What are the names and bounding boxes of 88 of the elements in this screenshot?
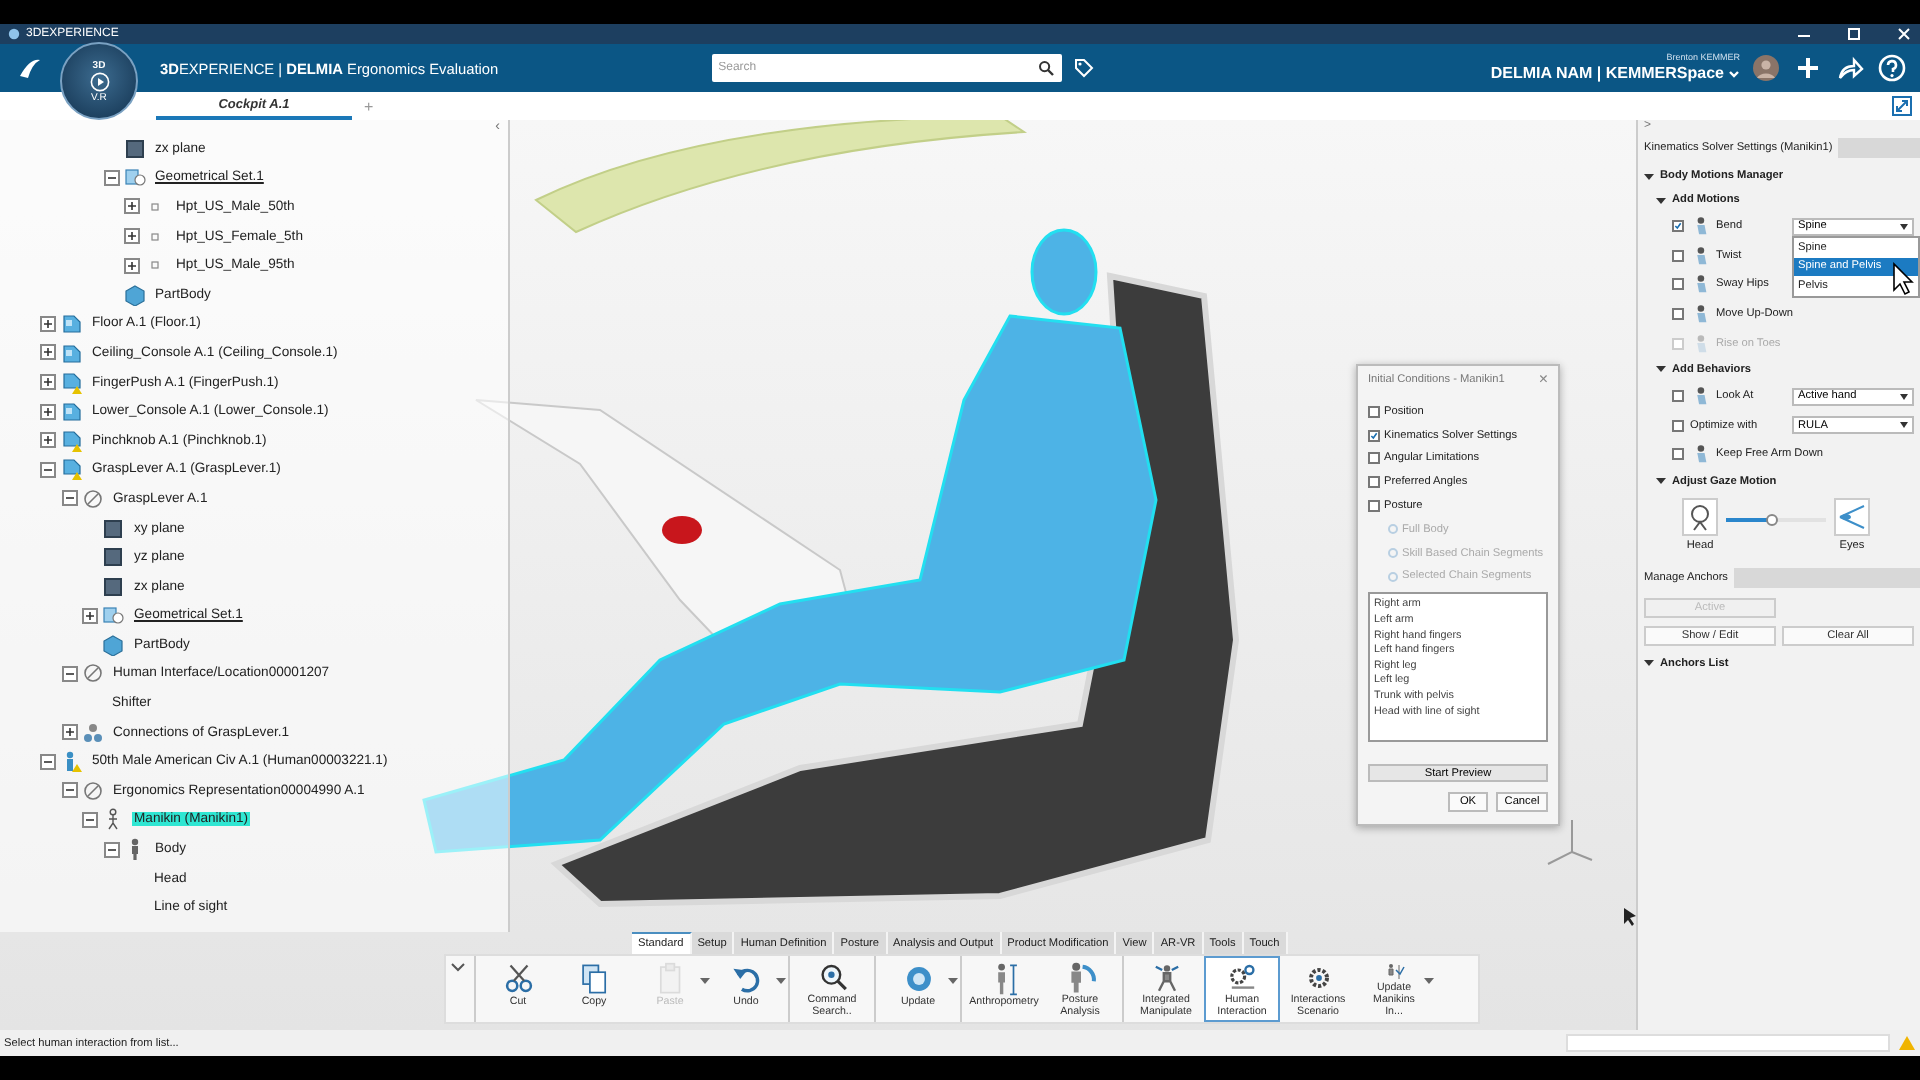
add-icon[interactable] [1794, 54, 1822, 82]
logo-icon[interactable] [16, 54, 44, 82]
head-icon[interactable] [1682, 497, 1718, 536]
checkbox[interactable] [1368, 500, 1380, 513]
cube-icon [102, 633, 124, 656]
expand-toggle-icon[interactable] [40, 344, 56, 361]
collapse-toggle-icon[interactable] [40, 753, 56, 770]
collapse-icon[interactable] [1656, 364, 1666, 375]
interface-icon [81, 779, 103, 802]
expand-toggle-icon[interactable] [40, 403, 56, 420]
expand-toggle-icon[interactable] [40, 374, 56, 391]
expand-toggle-icon[interactable] [124, 257, 140, 274]
checkbox[interactable] [1672, 308, 1684, 321]
plane-icon [123, 137, 145, 160]
part-warning-icon [60, 371, 82, 394]
expand-toggle-icon[interactable] [61, 724, 77, 741]
geometry-set-icon [123, 166, 145, 189]
collapse-toggle-icon[interactable] [61, 490, 77, 507]
checkbox[interactable] [1672, 448, 1684, 461]
warning-icon [1898, 1034, 1916, 1052]
plane-icon [102, 575, 124, 598]
checkbox[interactable] [1672, 419, 1684, 432]
expand-toggle-icon[interactable] [124, 228, 140, 245]
expand-icon[interactable] [1892, 96, 1912, 116]
plane-icon [102, 546, 124, 569]
expand-toggle-icon[interactable] [40, 432, 56, 449]
avatar-icon[interactable] [1752, 54, 1780, 82]
part-warning-icon [60, 429, 82, 452]
expand-toggle-icon[interactable] [40, 315, 56, 332]
caret-icon[interactable] [1728, 69, 1740, 79]
collapse-toggle-icon[interactable] [61, 782, 77, 799]
caret-icon [1900, 223, 1908, 230]
caret-icon[interactable] [1424, 978, 1434, 986]
checkbox[interactable] [1368, 429, 1380, 442]
part-icon [60, 312, 82, 335]
share-icon[interactable] [1836, 54, 1864, 82]
search-icon[interactable] [1038, 60, 1055, 76]
collapse-icon[interactable] [1644, 171, 1654, 181]
part-warning-icon [60, 458, 82, 481]
part-icon [60, 400, 82, 423]
axis-triad-icon [1547, 819, 1593, 865]
scissors-icon [501, 962, 535, 996]
checkbox[interactable] [1672, 220, 1684, 233]
plane-icon [102, 517, 124, 540]
connections-icon [81, 721, 103, 744]
checkbox[interactable] [1672, 390, 1684, 403]
close-icon[interactable] [1896, 26, 1912, 42]
checkbox[interactable] [1368, 405, 1380, 418]
expand-toggle-icon[interactable] [82, 607, 98, 624]
collapse-toggle-icon[interactable] [103, 169, 119, 186]
caret-icon[interactable] [776, 978, 786, 986]
manipulator-icon [1149, 962, 1183, 994]
part-icon [60, 341, 82, 364]
eyes-icon[interactable] [1834, 497, 1870, 536]
collapse-icon[interactable] [1656, 195, 1666, 205]
collapse-toggle-icon[interactable] [82, 811, 98, 828]
checkbox[interactable] [1368, 452, 1380, 465]
checkbox[interactable] [1672, 278, 1684, 291]
caret-icon [1900, 422, 1908, 429]
caret-icon [1900, 393, 1908, 400]
maximize-icon[interactable] [1846, 26, 1862, 42]
space-name[interactable]: DELMIA NAM | KEMMERSpace [1490, 64, 1724, 84]
copy-icon [577, 962, 611, 996]
slider-thumb[interactable] [1765, 513, 1777, 526]
collapse-icon[interactable] [1656, 476, 1666, 487]
collapse-toggle-icon[interactable] [61, 665, 77, 682]
interface-icon [81, 662, 103, 685]
collapse-icon[interactable] [450, 962, 466, 974]
cube-icon [123, 283, 145, 306]
collapse-toggle-icon[interactable] [103, 841, 119, 858]
tag-icon[interactable] [1074, 58, 1095, 78]
search-icon [815, 962, 849, 994]
help-icon[interactable] [1878, 54, 1906, 82]
pointer-icon [1624, 908, 1636, 926]
checkbox[interactable] [1672, 249, 1684, 262]
knob-drawing [662, 516, 702, 544]
gaze-slider[interactable] [1726, 517, 1826, 522]
checkbox[interactable] [1368, 476, 1380, 489]
collapse-icon[interactable] [1644, 658, 1654, 669]
caret-icon[interactable] [948, 978, 958, 986]
collapse-toggle-icon[interactable] [40, 461, 56, 478]
gears-icon [1225, 962, 1259, 994]
play-icon [89, 71, 109, 91]
refresh-icon [901, 962, 935, 996]
interface-icon [81, 487, 103, 510]
expand-toggle-icon[interactable] [124, 198, 140, 215]
app-icon [8, 28, 20, 40]
geometry-set-icon [102, 604, 124, 627]
